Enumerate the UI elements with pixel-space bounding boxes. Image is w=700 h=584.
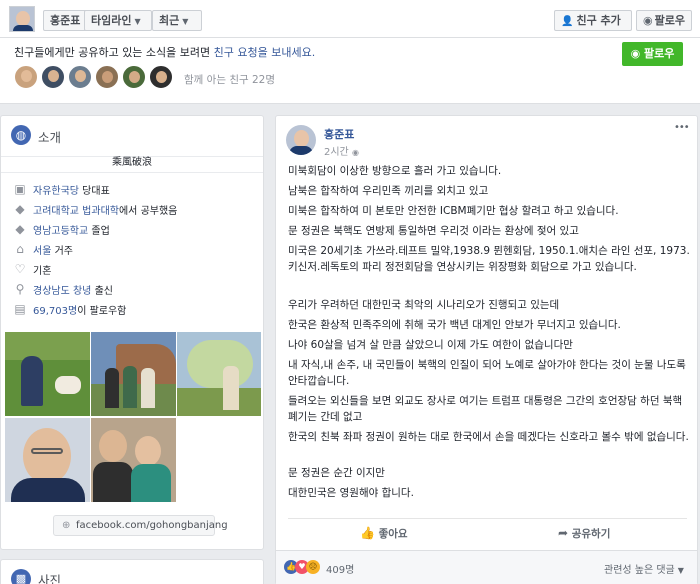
post-text-line: 문 정권은 순간 이지만	[288, 467, 385, 479]
author-avatar[interactable]	[286, 125, 316, 155]
globe-icon: ⊕	[62, 520, 71, 531]
post-card: 홍준표 2시간 ◉ ••• 미북회담이 이상한 방향으로 흘러 가고 있습니다.…	[275, 115, 698, 584]
comment-sort-dropdown[interactable]: 관련성 높은 댓글 ▼	[604, 561, 684, 576]
friend-avatar[interactable]	[14, 65, 38, 89]
share-arrow-icon: ➦	[558, 526, 569, 540]
globe-icon: ◍	[11, 125, 31, 145]
timeline-dropdown[interactable]: 타임라인 ▼	[84, 10, 152, 31]
profile-avatar[interactable]	[9, 6, 35, 32]
post-options-button[interactable]: •••	[674, 122, 690, 133]
friend-avatar[interactable]	[68, 65, 92, 89]
share-notice-panel: 친구들에게만 공유하고 있는 소식을 보려면 친구 요청을 보내세요. ◉ 팔로…	[0, 38, 700, 104]
location-pin-icon: ⚲	[15, 282, 25, 296]
photos-card: ▩ 사진	[0, 559, 264, 584]
post-text-line: 들려오는 외신들을 보면 외교도 장사로 여기는 트럼프 대통령은 그간의 호언…	[288, 395, 683, 423]
globe-icon: ◉	[351, 148, 359, 157]
rss-icon: ◉	[630, 47, 641, 60]
intro-photo[interactable]	[5, 418, 90, 502]
post-text-line: 대한민국은 영원해야 합니다.	[288, 487, 414, 499]
recent-dropdown[interactable]: 최근 ▼	[152, 10, 202, 31]
chevron-down-icon: ▼	[134, 17, 141, 26]
intro-card: ◍ 소개 乘風破浪 ▣ 자유한국당 당대표 ◆ 고려대학교 법과대학에서 공부했…	[0, 115, 264, 550]
graduation-cap-icon: ◆	[15, 202, 25, 216]
friend-avatar[interactable]	[95, 65, 119, 89]
rss-icon: ◉	[643, 14, 653, 27]
friend-avatar[interactable]	[41, 65, 65, 89]
add-friend-button[interactable]: 👤 친구 추가	[554, 10, 632, 31]
divider	[288, 518, 687, 519]
thumbs-up-icon: 👍	[360, 526, 375, 540]
heart-icon: ♡	[14, 262, 26, 276]
name-button[interactable]: 홍준표	[43, 10, 88, 31]
intro-title: 소개	[38, 130, 62, 145]
share-notice-text: 친구들에게만 공유하고 있는 소식을 보려면 친구 요청을 보내세요.	[14, 46, 316, 59]
website-link[interactable]: ⊕ facebook.com/gohongbanjang	[53, 515, 228, 536]
friend-avatar[interactable]	[122, 65, 146, 89]
sad-reaction-icon: ☹	[306, 560, 320, 574]
intro-photo[interactable]	[91, 418, 176, 502]
post-text-line: 미북회담이 이상한 방향으로 흘러 가고 있습니다.	[288, 165, 502, 177]
add-friend-icon: 👤	[561, 16, 574, 27]
chevron-down-icon: ▼	[182, 17, 189, 26]
photos-title[interactable]: 사진	[38, 570, 61, 584]
intro-photo[interactable]	[91, 332, 176, 416]
intro-photo[interactable]	[177, 332, 261, 416]
briefcase-icon: ▣	[14, 182, 26, 196]
chevron-down-icon: ▼	[677, 566, 684, 575]
friend-avatar[interactable]	[149, 65, 173, 89]
friend-request-link[interactable]: 친구 요청을 보내세요.	[214, 46, 316, 59]
post-text-line: 우리가 우려하던 대한민국 최악의 시나리오가 진행되고 있는데	[288, 299, 560, 311]
post-text-line: 한국의 친북 좌파 정권이 원하는 대로 한국에서 손을 떼겠다는 신호라고 볼…	[288, 431, 689, 443]
post-text-line: 내 자식,내 손주, 내 국민들이 북핵의 인질이 되어 노예로 살아가야 한다…	[288, 359, 686, 387]
post-text-line: 나야 60살을 넘겨 살 만큼 살았으니 이제 가도 여한이 없습니다만	[288, 339, 573, 351]
post-text-line: 한국은 환상적 민족주의에 취해 국가 백년 대계인 안보가 무너지고 있습니다…	[288, 319, 621, 331]
divider	[1, 172, 263, 173]
post-timestamp[interactable]: 2시간 ◉	[324, 143, 359, 158]
post-text-line: 미국은 20세기초 가쓰라.테프트 밀약,1938.9 뮌헨회담, 1950.1…	[288, 245, 690, 273]
follow-button[interactable]: ◉ 팔로우	[622, 42, 683, 66]
mutual-friends-count[interactable]: 함께 아는 친구 22명	[184, 72, 275, 87]
profile-top-bar: 홍준표 타임라인 ▼ 최근 ▼ 👤 친구 추가 ◉ 팔로우	[0, 0, 700, 38]
follower-icon: ▤	[14, 302, 26, 316]
follow-top-button[interactable]: ◉ 팔로우	[636, 10, 692, 31]
post-text-line: 미북은 합작하여 미 본토만 안전한 ICBM폐기만 협상 할려고 하고 있습니…	[288, 205, 619, 217]
home-icon: ⌂	[16, 242, 24, 256]
post-text-line: 남북은 합작하여 우리민족 끼리를 외치고 있고	[288, 185, 489, 197]
reaction-count[interactable]: 409명	[326, 561, 354, 576]
intro-motto: 乘風破浪	[112, 157, 152, 168]
author-name[interactable]: 홍준표	[324, 126, 354, 142]
like-button[interactable]: 👍 좋아요	[360, 526, 408, 541]
post-text-line: 문 정권은 북핵도 연방제 통일하면 우리것 이라는 환상에 젖어 있고	[288, 225, 579, 237]
photo-icon: ▩	[11, 569, 31, 584]
post-footer: 👍 ♥ ☹ 409명 관련성 높은 댓글 ▼	[276, 550, 697, 584]
intro-photo[interactable]	[5, 332, 90, 416]
share-button[interactable]: ➦ 공유하기	[558, 526, 610, 541]
graduation-cap-icon: ◆	[15, 222, 25, 236]
